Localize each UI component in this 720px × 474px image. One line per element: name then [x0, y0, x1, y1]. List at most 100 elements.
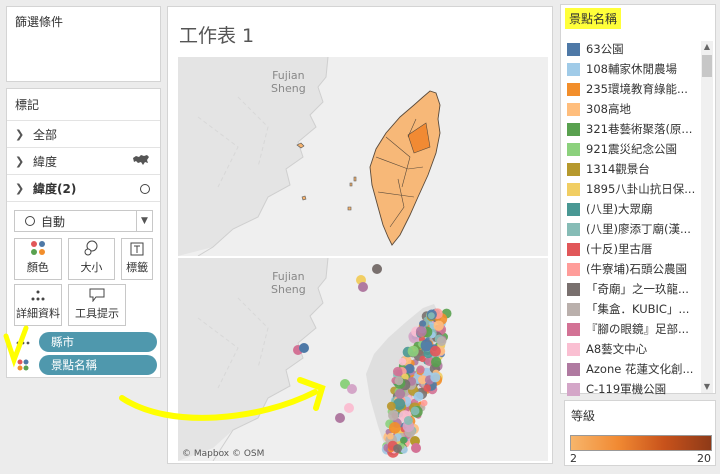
- map-top-canvas: [178, 57, 441, 256]
- legend-swatch: [567, 162, 580, 176]
- attraction-dot: [395, 388, 406, 399]
- legend-item[interactable]: (八里)大眾廟: [567, 199, 701, 219]
- mark-type-value: 自動: [41, 214, 66, 229]
- attraction-dot: [419, 320, 427, 328]
- attraction-dot: [388, 410, 399, 421]
- attraction-dot: [428, 312, 435, 320]
- legend-swatch: [567, 122, 580, 136]
- detail-icon: [31, 290, 45, 301]
- legend-swatch: [567, 242, 580, 256]
- attraction-dot: [358, 282, 368, 292]
- county-pill[interactable]: 縣市: [39, 332, 157, 352]
- legend-item[interactable]: (十反)里古厝: [567, 239, 701, 259]
- attraction-dot: [393, 366, 403, 377]
- legend-swatch: [567, 382, 580, 396]
- legend-item-label: (牛寮埔)石頭公農園: [586, 262, 687, 276]
- legend-swatch: [567, 42, 580, 56]
- color-dots-icon: [7, 358, 39, 372]
- size-button[interactable]: 大小: [67, 238, 116, 280]
- chevron-down-icon: ❯: [15, 181, 25, 195]
- legend-item[interactable]: 1314觀景台: [567, 159, 701, 179]
- attraction-dot: [400, 436, 407, 444]
- marks-title: 標記: [7, 89, 160, 121]
- chevron-down-icon: ▼: [136, 211, 152, 231]
- legend-item[interactable]: C-119軍機公園: [567, 379, 701, 399]
- legend-item[interactable]: (牛寮埔)石頭公農園: [567, 259, 701, 279]
- chevron-right-icon: ❯: [15, 127, 25, 141]
- marks-row-latitude[interactable]: ❯ 緯度: [7, 148, 160, 175]
- marks-row-all[interactable]: ❯ 全部: [7, 121, 160, 148]
- legend-item-label: 1895八卦山抗日保...: [586, 182, 696, 196]
- legend-item[interactable]: 1895八卦山抗日保...: [567, 179, 701, 199]
- scroll-down-icon[interactable]: ▼: [701, 381, 713, 393]
- filters-title: 篩選條件: [15, 15, 64, 29]
- attraction-dot: [299, 343, 309, 353]
- legend-item[interactable]: 「集盒．KUBIC」...: [567, 299, 701, 319]
- attraction-dot: [423, 384, 431, 392]
- map-top[interactable]: Fujian Sheng: [178, 57, 548, 256]
- grade-legend: 等級 2 20: [564, 400, 716, 466]
- circle-icon: [25, 216, 35, 226]
- attraction-dot: [420, 399, 428, 407]
- size-button-label: 大小: [80, 261, 103, 274]
- legend-item[interactable]: 108輔家休閒農場: [567, 59, 701, 79]
- legend-item[interactable]: 63公園: [567, 39, 701, 59]
- legend-item[interactable]: 『腳の眼鏡』足部...: [567, 319, 701, 339]
- attraction-dot: [398, 357, 407, 366]
- legend-item[interactable]: 921震災紀念公園: [567, 139, 701, 159]
- tooltip-button[interactable]: 工具提示: [68, 284, 126, 326]
- scrollbar-thumb[interactable]: [702, 55, 712, 77]
- legend-item[interactable]: (八里)廖添丁廟(漢...: [567, 219, 701, 239]
- scroll-up-icon[interactable]: ▲: [701, 41, 713, 53]
- attraction-dot: [344, 403, 354, 413]
- legend-item[interactable]: 321巷藝術聚落(原...: [567, 119, 701, 139]
- legend-item-label: A8藝文中心: [586, 342, 648, 356]
- attraction-dot: [416, 365, 425, 374]
- color-button[interactable]: 顏色: [14, 238, 62, 280]
- legend-item-label: 921震災紀念公園: [586, 142, 677, 156]
- mark-type-dropdown[interactable]: 自動 ▼: [14, 210, 153, 232]
- legend-swatch: [567, 82, 580, 96]
- attraction-dot: [389, 422, 401, 434]
- detail-button[interactable]: 詳細資料: [14, 284, 62, 326]
- attraction-dot: [410, 406, 420, 416]
- label-button-label: 標籤: [126, 261, 149, 274]
- legend-item[interactable]: 235環境教育綠能...: [567, 79, 701, 99]
- attraction-dot: [411, 443, 421, 453]
- color-legend: 景點名稱 63公園 108輔家休閒農場 235環境教育綠能... 308高地 321巷藝…: [560, 4, 716, 396]
- tooltip-icon: [89, 288, 105, 302]
- attraction-dot: [413, 391, 424, 402]
- legend-item[interactable]: 308高地: [567, 99, 701, 119]
- marks-row-label: 全部: [33, 127, 58, 142]
- attraction-dot: [431, 356, 442, 368]
- legend-swatch: [567, 362, 580, 376]
- legend-item-label: (八里)大眾廟: [586, 202, 653, 216]
- legend-item[interactable]: A8藝文中心: [567, 339, 701, 359]
- attraction-dot: [335, 413, 345, 423]
- marks-row-latitude-2[interactable]: ❯ 緯度(2): [7, 175, 160, 202]
- attraction-dot: [394, 376, 404, 386]
- tooltip-button-label: 工具提示: [75, 307, 119, 320]
- legend-item-label: 「奇廟」之一玖龍...: [586, 282, 689, 296]
- color-pill-row: 景點名稱: [7, 355, 157, 375]
- attraction-dot: [430, 345, 441, 357]
- label-button[interactable]: 標籤: [121, 238, 153, 280]
- map-bottom[interactable]: Fujian Sheng © Mapbox © OSM: [178, 258, 548, 461]
- attraction-dot: [387, 433, 394, 440]
- attraction-dot: [372, 264, 382, 274]
- circle-mark-icon: [140, 183, 150, 197]
- grade-max: 20: [697, 452, 711, 465]
- legend-item-label: C-119軍機公園: [586, 382, 667, 396]
- filters-shelf[interactable]: 篩選條件: [6, 6, 161, 82]
- attraction-dot: [393, 444, 402, 453]
- map-region-label: Fujian Sheng: [271, 270, 306, 296]
- detail-pill-row: 縣市: [7, 332, 157, 352]
- legend-item[interactable]: Azone 花蓮文化創...: [567, 359, 701, 379]
- legend-item[interactable]: 「奇廟」之一玖龍...: [567, 279, 701, 299]
- legend-item-label: 321巷藝術聚落(原...: [586, 122, 693, 136]
- legend-swatch: [567, 262, 580, 276]
- sheet-title: 工作表 1: [179, 25, 255, 47]
- legend-scrollbar[interactable]: ▲ ▼: [701, 41, 713, 393]
- attraction-name-pill[interactable]: 景點名稱: [39, 355, 157, 375]
- legend-swatch: [567, 202, 580, 216]
